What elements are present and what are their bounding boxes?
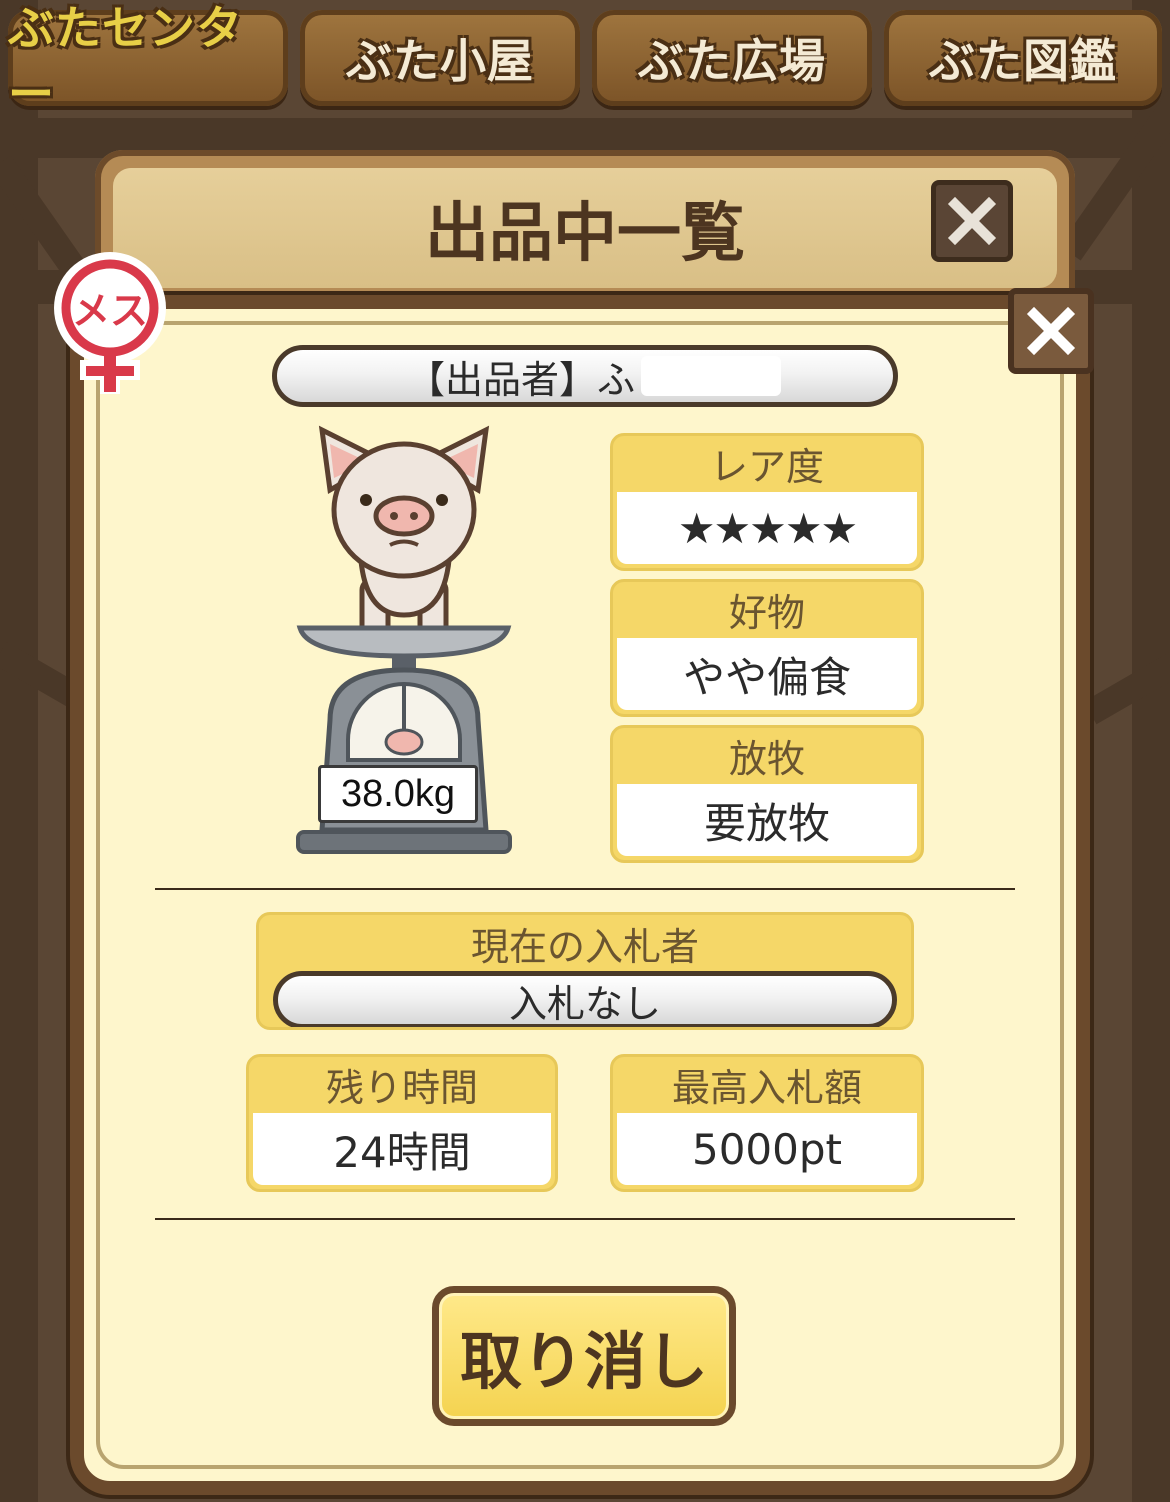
divider: [155, 888, 1015, 890]
favorite-label: 好物: [728, 591, 805, 635]
rarity-box: レア度 ★★★★★: [610, 433, 924, 571]
tab-buta-hut[interactable]: ぶた小屋: [300, 10, 580, 106]
top-tab-bar: ぶたセンター ぶた小屋 ぶた広場 ぶた図鑑: [0, 0, 1170, 121]
max-bid-label: 最高入札額: [671, 1066, 862, 1110]
favorite-value: やや偏食: [617, 638, 917, 710]
grazing-label: 放牧: [728, 737, 805, 781]
tab-buta-plaza[interactable]: ぶた広場: [592, 10, 872, 106]
current-bidder-box: 現在の入札者 入札なし: [256, 912, 914, 1030]
time-left-value: 24時間: [253, 1113, 551, 1185]
current-bidder-label: 現在の入札者: [470, 924, 699, 969]
rarity-label: レア度: [709, 445, 824, 489]
post: [1132, 0, 1170, 1502]
max-bid-box: 最高入札額 5000pt: [610, 1054, 924, 1192]
grazing-value: 要放牧: [617, 784, 917, 856]
female-symbol-icon: メス: [54, 252, 166, 394]
listing-panel-title: 出品中一覧: [113, 168, 1057, 288]
weight-display: 38.0kg: [318, 765, 478, 823]
seller-label: 【出品者】ふ: [407, 357, 636, 402]
divider: [155, 1218, 1015, 1220]
grazing-box: 放牧 要放牧: [610, 725, 924, 863]
seller-field: 【出品者】ふ: [272, 345, 898, 407]
rarity-stars: ★★★★★: [617, 492, 917, 564]
tab-buta-encyclopedia[interactable]: ぶた図鑑: [884, 10, 1162, 106]
max-bid-value: 5000pt: [617, 1113, 917, 1185]
current-bidder-value: 入札なし: [273, 971, 897, 1027]
time-left-label: 残り時間: [325, 1066, 478, 1110]
time-left-box: 残り時間 24時間: [246, 1054, 558, 1192]
close-icon: [947, 196, 997, 246]
tab-buta-center[interactable]: ぶたセンター: [8, 1, 288, 121]
listing-close-button[interactable]: [931, 180, 1013, 262]
detail-close-button[interactable]: [1008, 288, 1094, 374]
female-badge: メス: [50, 248, 170, 398]
gender-label: メス: [72, 289, 148, 333]
seller-name-mask: [641, 356, 782, 396]
favorite-food-box: 好物 やや偏食: [610, 579, 924, 717]
cancel-listing-button[interactable]: 取り消し: [432, 1286, 736, 1426]
close-icon: [1026, 306, 1076, 356]
